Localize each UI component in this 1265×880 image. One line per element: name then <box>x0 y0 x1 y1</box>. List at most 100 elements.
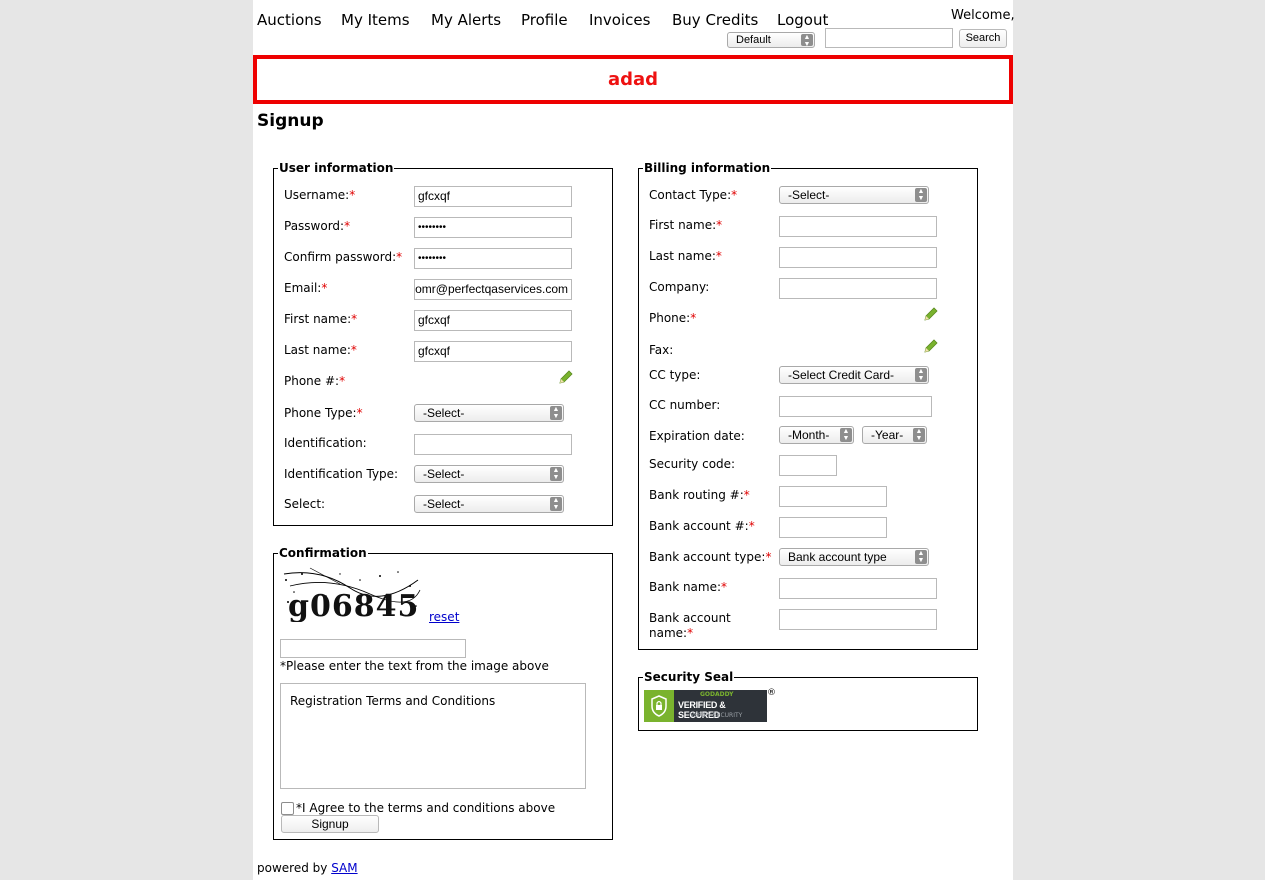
seal-top-text: GODADDY <box>700 691 734 698</box>
nav-buy-credits[interactable]: Buy Credits <box>672 11 758 29</box>
cc-type-label: CC type: <box>649 368 701 382</box>
bank-routing-input[interactable] <box>779 486 887 507</box>
search-input[interactable] <box>825 28 953 48</box>
agree-checkbox[interactable] <box>281 802 294 815</box>
cc-type-select[interactable]: -Select Credit Card- ▲ ▼ <box>779 366 929 384</box>
username-input[interactable]: gfcxqf <box>414 186 572 207</box>
agree-label: *I Agree to the terms and conditions abo… <box>296 801 556 815</box>
confirmation-fieldset: Confirmation g06845 reset *Please enter … <box>273 546 613 840</box>
billing-legend: Billing information <box>643 161 772 175</box>
terms-text: Registration Terms and Conditions <box>290 694 496 708</box>
language-select[interactable]: Default ▲ ▼ <box>727 32 815 48</box>
search-button[interactable]: Search <box>959 29 1007 48</box>
powered-by-text: powered by <box>257 861 332 875</box>
phone-type-value: -Select- <box>423 406 465 420</box>
confirmation-legend: Confirmation <box>278 546 368 560</box>
language-select-value: Default <box>736 34 771 46</box>
seal-sub-text: VERIFY SECURITY <box>690 712 743 719</box>
first-name-input[interactable]: gfcxqf <box>414 310 572 331</box>
security-code-label: Security code: <box>649 457 736 471</box>
nav-invoices[interactable]: Invoices <box>589 11 650 29</box>
bank-account-label: Bank account #:* <box>649 519 755 533</box>
godaddy-seal[interactable]: GODADDY VERIFIED & SECURED VERIFY SECURI… <box>644 690 767 722</box>
captcha-reset-link[interactable]: reset <box>429 610 459 624</box>
lock-icon <box>651 695 667 717</box>
billing-phone-label: Phone:* <box>649 311 697 325</box>
terms-box[interactable]: Registration Terms and Conditions <box>280 683 586 789</box>
phone-label: Phone #:* <box>284 374 346 388</box>
billing-last-name-label: Last name:* <box>649 249 722 263</box>
pencil-icon[interactable] <box>923 338 939 354</box>
expiration-year-select[interactable]: -Year- ▲ ▼ <box>862 426 927 444</box>
last-name-input[interactable]: gfcxqf <box>414 341 572 362</box>
select-arrows-icon: ▲ ▼ <box>550 497 562 511</box>
user-info-fieldset: User information Username:* gfcxqf Passw… <box>273 161 613 526</box>
email-label: Email:* <box>284 281 328 295</box>
bank-account-name-label-line1: Bank account <box>649 611 731 625</box>
expiration-month-value: -Month- <box>788 428 830 442</box>
billing-fieldset: Billing information Contact Type:* -Sele… <box>638 161 978 650</box>
bank-account-type-value: Bank account type <box>788 550 887 564</box>
select-arrows-icon: ▲ ▼ <box>915 368 927 382</box>
footer: powered by SAM <box>257 861 358 875</box>
bank-account-name-input[interactable] <box>779 609 937 630</box>
banner-text: adad <box>607 69 659 90</box>
pencil-icon[interactable] <box>558 369 574 385</box>
billing-first-name-input[interactable] <box>779 216 937 237</box>
select-arrows-icon: ▲ ▼ <box>840 428 852 442</box>
expiration-year-value: -Year- <box>871 428 904 442</box>
security-code-input[interactable] <box>779 455 837 476</box>
select-arrows-icon: ▲ ▼ <box>915 550 927 564</box>
expiration-month-select[interactable]: -Month- ▲ ▼ <box>779 426 854 444</box>
generic-select-value: -Select- <box>423 497 465 511</box>
user-info-legend: User information <box>278 161 395 175</box>
cc-number-input[interactable] <box>779 396 932 417</box>
captcha-text: g06845 <box>288 589 419 622</box>
billing-first-name-label: First name:* <box>649 218 723 232</box>
generic-select[interactable]: -Select- ▲ ▼ <box>414 495 564 513</box>
security-seal-legend: Security Seal <box>643 670 735 684</box>
bank-account-name-label-line2: name:* <box>649 626 694 640</box>
username-label: Username:* <box>284 188 356 202</box>
nav-profile[interactable]: Profile <box>521 11 568 29</box>
nav-auctions[interactable]: Auctions <box>257 11 322 29</box>
expiration-label: Expiration date: <box>649 429 745 443</box>
identification-type-select[interactable]: -Select- ▲ ▼ <box>414 465 564 483</box>
captcha-input[interactable] <box>280 639 466 658</box>
contact-type-select[interactable]: -Select- ▲ ▼ <box>779 186 929 204</box>
page: Auctions My Items My Alerts Profile Invo… <box>253 0 1015 880</box>
select-arrows-icon: ▲ ▼ <box>801 34 813 48</box>
bank-account-type-label: Bank account type:* <box>649 550 772 564</box>
identification-type-value: -Select- <box>423 467 465 481</box>
select-arrows-icon: ▲ ▼ <box>550 467 562 481</box>
identification-label: Identification: <box>284 436 367 450</box>
sam-link[interactable]: SAM <box>331 861 357 875</box>
page-title: Signup <box>257 111 324 131</box>
select-arrows-icon: ▲ ▼ <box>550 406 562 420</box>
identification-input[interactable] <box>414 434 572 455</box>
confirm-password-label: Confirm password:* <box>284 250 403 264</box>
billing-last-name-input[interactable] <box>779 247 937 268</box>
password-input[interactable]: •••••••• <box>414 217 572 238</box>
nav-my-alerts[interactable]: My Alerts <box>431 11 501 29</box>
pencil-icon[interactable] <box>923 306 939 322</box>
bank-account-input[interactable] <box>779 517 887 538</box>
company-label: Company: <box>649 280 710 294</box>
phone-type-select[interactable]: -Select- ▲ ▼ <box>414 404 564 422</box>
nav-my-items[interactable]: My Items <box>341 11 410 29</box>
email-input[interactable]: omr@perfectqaservices.com <box>414 279 572 300</box>
company-input[interactable] <box>779 278 937 299</box>
first-name-label: First name:* <box>284 312 358 326</box>
contact-type-value: -Select- <box>788 188 830 202</box>
welcome-text: Welcome, <box>951 8 1015 23</box>
signup-button[interactable]: Signup <box>281 815 379 833</box>
nav-logout[interactable]: Logout <box>777 11 828 29</box>
select-label: Select: <box>284 497 326 511</box>
captcha-hint: *Please enter the text from the image ab… <box>280 659 549 673</box>
bank-name-input[interactable] <box>779 578 937 599</box>
security-seal-fieldset: Security Seal GODADDY VERIFIED & SECURED… <box>638 670 978 731</box>
confirm-password-input[interactable]: •••••••• <box>414 248 572 269</box>
bank-account-type-select[interactable]: Bank account type ▲ ▼ <box>779 548 929 566</box>
bank-name-label: Bank name:* <box>649 580 728 594</box>
phone-type-label: Phone Type:* <box>284 406 363 420</box>
